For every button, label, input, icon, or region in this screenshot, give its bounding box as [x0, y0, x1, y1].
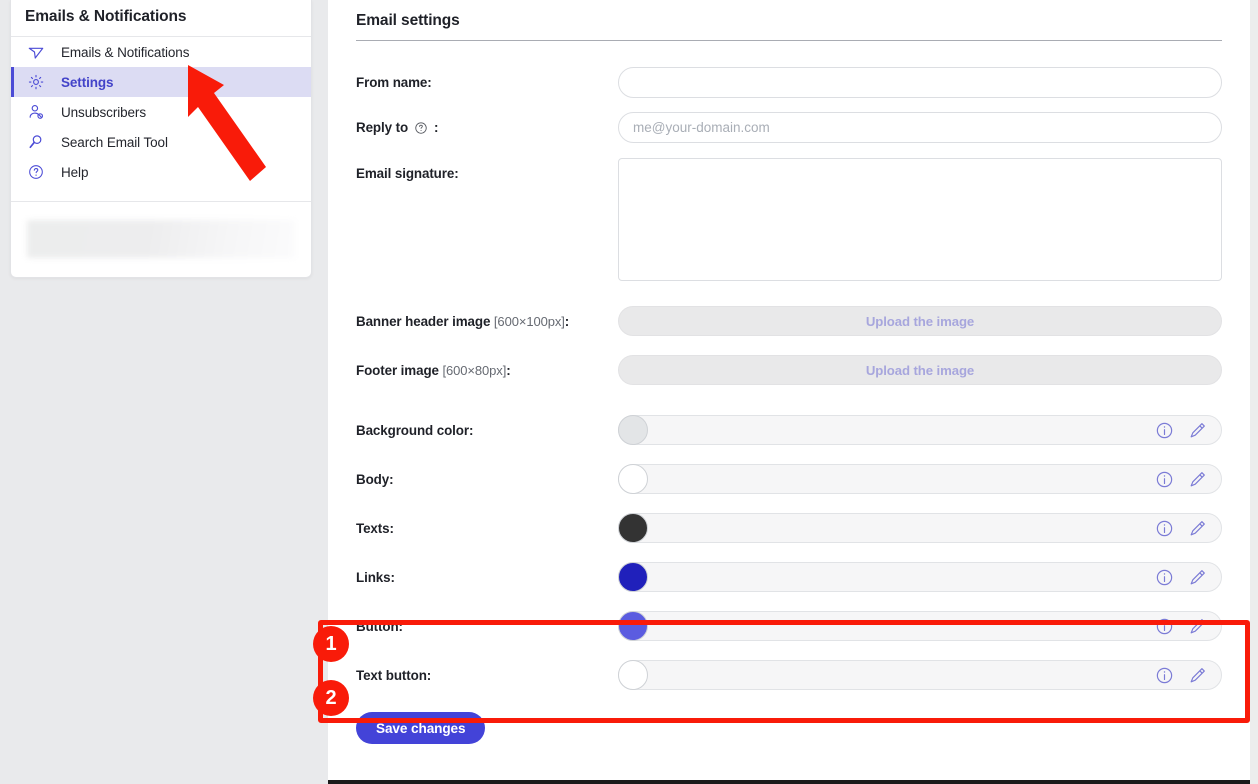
- email-signature-label: Email signature:: [356, 166, 459, 181]
- row-reply-to: Reply to :: [356, 112, 1222, 143]
- row-color-text-button: Text button:: [356, 660, 1222, 690]
- row-color-texts: Texts:: [356, 513, 1222, 543]
- row-color-links: Links:: [356, 562, 1222, 592]
- upload-footer-image-button[interactable]: Upload the image: [618, 355, 1222, 385]
- banner-header-image-suffix: :: [564, 314, 570, 329]
- footer-image-label-text: Footer image: [356, 363, 439, 378]
- sidebar: Emails & Notifications Emails & Notifica…: [10, 0, 312, 278]
- sidebar-item-help[interactable]: Help: [11, 157, 311, 187]
- sidebar-item-label: Unsubscribers: [61, 104, 146, 120]
- row-save: Save changes: [356, 712, 1222, 744]
- banner-header-image-label: Banner header image [600×100px]:: [356, 306, 618, 329]
- color-row-actions: [1155, 470, 1221, 489]
- row-from-name: From name:: [356, 67, 1222, 98]
- vertical-scrollbar[interactable]: [1250, 0, 1258, 784]
- sidebar-item-settings[interactable]: Settings: [11, 67, 311, 97]
- color-picker-field[interactable]: [618, 611, 1222, 641]
- color-picker-field[interactable]: [618, 660, 1222, 690]
- sidebar-item-unsubscribers[interactable]: Unsubscribers: [11, 97, 311, 127]
- color-row-label: Background color:: [356, 423, 474, 438]
- footer-image-suffix: :: [506, 363, 511, 378]
- info-circle-icon[interactable]: [1155, 617, 1174, 636]
- save-changes-button[interactable]: Save changes: [356, 712, 486, 744]
- color-row-label: Body:: [356, 472, 394, 487]
- color-row-actions: [1155, 666, 1221, 685]
- upload-banner-header-image-label: Upload the image: [865, 313, 975, 329]
- color-settings-group: Background color: Body: Texts: Links: Button…: [356, 415, 1222, 690]
- color-picker-field[interactable]: [618, 464, 1222, 494]
- color-row-label: Links:: [356, 570, 395, 585]
- color-swatch[interactable]: [618, 562, 648, 592]
- color-swatch[interactable]: [618, 513, 648, 543]
- info-circle-icon[interactable]: [1155, 421, 1174, 440]
- color-row-actions: [1155, 568, 1221, 587]
- annotation-badge-1: 1: [313, 626, 349, 662]
- sidebar-item-label: Settings: [61, 74, 114, 90]
- pencil-icon[interactable]: [1188, 617, 1207, 636]
- magnifier-icon: [27, 131, 53, 153]
- sidebar-item-label: Emails & Notifications: [61, 44, 190, 60]
- pencil-icon[interactable]: [1188, 519, 1207, 538]
- color-picker-field[interactable]: [618, 513, 1222, 543]
- color-row-label: Texts:: [356, 521, 394, 536]
- pencil-icon[interactable]: [1188, 421, 1207, 440]
- reply-to-label: Reply to :: [356, 112, 618, 135]
- pencil-icon[interactable]: [1188, 666, 1207, 685]
- email-signature-textarea[interactable]: [618, 158, 1222, 281]
- color-swatch[interactable]: [618, 660, 648, 690]
- color-row-actions: [1155, 519, 1221, 538]
- annotation-badge-2: 2: [313, 680, 349, 716]
- send-icon: [27, 41, 53, 63]
- sidebar-item-label: Help: [61, 164, 89, 180]
- color-row-label: Text button:: [356, 668, 432, 683]
- row-color-background-color: Background color:: [356, 415, 1222, 445]
- row-email-signature: Email signature:: [356, 158, 1222, 286]
- main-panel: Email settings From name: Reply to: me@…: [328, 0, 1250, 780]
- color-row-actions: [1155, 617, 1221, 636]
- question-circle-icon: [27, 161, 53, 183]
- info-circle-icon[interactable]: [1155, 666, 1174, 685]
- color-picker-field[interactable]: [618, 562, 1222, 592]
- user-remove-icon: [27, 101, 53, 123]
- info-circle-icon[interactable]: [1155, 568, 1174, 587]
- upload-banner-header-image-button[interactable]: Upload the image: [618, 306, 1222, 336]
- sidebar-item-label: Search Email Tool: [61, 134, 168, 150]
- color-swatch[interactable]: [618, 464, 648, 494]
- color-picker-field[interactable]: [618, 415, 1222, 445]
- title-divider: [356, 40, 1222, 41]
- pencil-icon[interactable]: [1188, 470, 1207, 489]
- from-name-input[interactable]: [618, 67, 1222, 98]
- gear-icon: [27, 71, 53, 93]
- reply-to-input[interactable]: [618, 112, 1222, 143]
- sidebar-item-search-email-tool[interactable]: Search Email Tool: [11, 127, 311, 157]
- row-color-button: Button:: [356, 611, 1222, 641]
- color-swatch[interactable]: [618, 611, 648, 641]
- info-circle-icon[interactable]: [1155, 519, 1174, 538]
- color-row-actions: [1155, 421, 1221, 440]
- row-color-body: Body:: [356, 464, 1222, 494]
- from-name-label: From name:: [356, 75, 432, 90]
- reply-to-label-text: Reply to: [356, 120, 409, 135]
- row-banner-header-image: Banner header image [600×100px]: Upload …: [356, 306, 1222, 336]
- color-row-label: Button:: [356, 619, 403, 634]
- row-footer-image: Footer image [600×80px]: Upload the imag…: [356, 355, 1222, 385]
- page-title: Email settings: [356, 12, 460, 29]
- redacted-block: [27, 220, 295, 258]
- horizontal-scrollbar[interactable]: [328, 780, 1250, 784]
- sidebar-title: Emails & Notifications: [25, 8, 187, 25]
- upload-footer-image-label: Upload the image: [865, 362, 975, 378]
- info-circle-icon[interactable]: [1155, 470, 1174, 489]
- banner-header-image-dimensions: [600×100px]: [493, 314, 565, 329]
- sidebar-footer-divider: [11, 201, 311, 202]
- sidebar-nav: Emails & Notifications Settings Unsubscr…: [11, 37, 311, 193]
- footer-image-dimensions: [600×80px]: [442, 363, 507, 378]
- reply-to-label-suffix: :: [434, 120, 439, 135]
- color-swatch[interactable]: [618, 415, 648, 445]
- pencil-icon[interactable]: [1188, 568, 1207, 587]
- footer-image-label: Footer image [600×80px]:: [356, 355, 618, 378]
- banner-header-image-label-text: Banner header image: [356, 314, 491, 329]
- sidebar-item-emails-notifications[interactable]: Emails & Notifications: [11, 37, 311, 67]
- question-circle-icon[interactable]: [414, 121, 428, 135]
